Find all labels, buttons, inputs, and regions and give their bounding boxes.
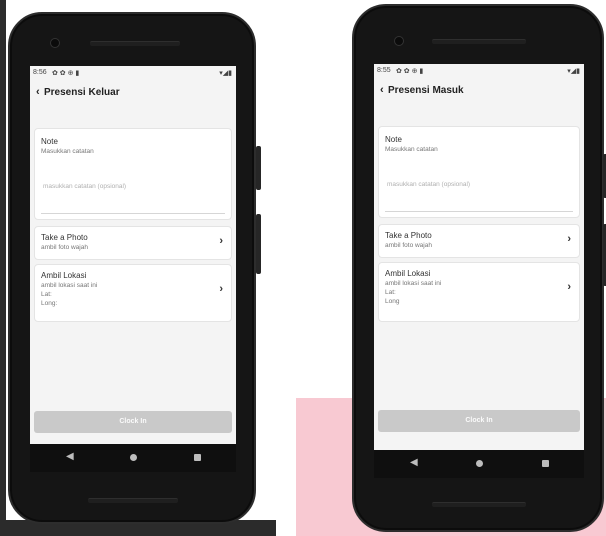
volume-button [256, 214, 261, 274]
note-input-underline [385, 211, 573, 212]
desktop-edge [0, 0, 6, 536]
app-bar: ‹ Presensi Keluar [30, 80, 236, 108]
front-camera [394, 36, 404, 46]
bottom-speaker [88, 498, 178, 503]
note-input[interactable]: masukkan catatan (opsional) [387, 181, 470, 188]
earpiece-speaker [432, 39, 526, 44]
location-card[interactable]: Ambil Lokasi ambil lokasi saat ini Lat: … [34, 264, 232, 322]
take-photo-card[interactable]: Take a Photo ambil foto wajah › [34, 226, 232, 260]
note-input[interactable]: masukkan catatan (opsional) [43, 183, 126, 190]
front-camera [50, 38, 60, 48]
nav-home-icon[interactable] [130, 454, 137, 461]
status-time: 8:55 [377, 67, 391, 74]
android-nav-bar: ◀ [30, 444, 236, 472]
note-card: Note Masukkan catatan masukkan catatan (… [34, 128, 232, 220]
chevron-right-icon: › [567, 233, 571, 245]
earpiece-speaker [90, 41, 180, 46]
status-time: 8:56 [33, 69, 47, 76]
location-subtitle: ambil lokasi saat ini [41, 282, 98, 289]
chevron-right-icon: › [567, 281, 571, 293]
take-photo-title: Take a Photo [41, 233, 88, 242]
back-chevron-icon[interactable]: ‹ [380, 84, 384, 96]
nav-back-icon[interactable]: ◀ [66, 451, 74, 462]
app-bar: ‹ Presensi Masuk [374, 78, 584, 106]
clock-in-button[interactable]: Clock In [378, 410, 580, 432]
chevron-right-icon: › [219, 283, 223, 295]
note-card: Note Masukkan catatan masukkan catatan (… [378, 126, 580, 218]
take-photo-subtitle: ambil foto wajah [385, 242, 432, 249]
location-subtitle: ambil lokasi saat ini [385, 280, 442, 287]
location-title: Ambil Lokasi [385, 269, 431, 278]
page-title: Presensi Keluar [44, 87, 120, 98]
phone-frame-left: 8:56 ✿ ✿ ⊕ ▮ ▾◢▮ ‹ Presensi Keluar Note … [8, 12, 261, 524]
signal-battery-icon: ▾◢▮ [567, 68, 580, 75]
take-photo-card[interactable]: Take a Photo ambil foto wajah › [378, 224, 580, 258]
nav-home-icon[interactable] [476, 460, 483, 467]
status-bar: 8:55 ✿ ✿ ⊕ ▮ ▾◢▮ [374, 64, 584, 78]
page-title: Presensi Masuk [388, 85, 464, 96]
screen-presensi-masuk: 8:55 ✿ ✿ ⊕ ▮ ▾◢▮ ‹ Presensi Masuk Note M… [374, 64, 584, 450]
location-lat: Lat: [385, 289, 396, 296]
clock-in-button[interactable]: Clock In [34, 411, 232, 433]
power-button [256, 146, 261, 190]
android-nav-bar: ◀ [374, 450, 584, 478]
location-long: Long [385, 298, 400, 305]
note-title: Note [41, 137, 58, 146]
note-subtitle: Masukkan catatan [41, 148, 94, 155]
bottom-speaker [432, 502, 526, 507]
back-chevron-icon[interactable]: ‹ [36, 86, 40, 98]
location-long: Long: [41, 300, 58, 307]
phone-frame-right: 8:55 ✿ ✿ ⊕ ▮ ▾◢▮ ‹ Presensi Masuk Note M… [352, 4, 606, 532]
status-bar: 8:56 ✿ ✿ ⊕ ▮ ▾◢▮ [30, 66, 236, 80]
status-notification-icons: ✿ ✿ ⊕ ▮ [396, 68, 424, 75]
nav-recents-icon[interactable] [542, 460, 549, 467]
note-subtitle: Masukkan catatan [385, 146, 438, 153]
nav-back-icon[interactable]: ◀ [410, 457, 418, 468]
screen-presensi-keluar: 8:56 ✿ ✿ ⊕ ▮ ▾◢▮ ‹ Presensi Keluar Note … [30, 66, 236, 444]
note-input-underline [41, 213, 225, 214]
location-title: Ambil Lokasi [41, 271, 87, 280]
signal-battery-icon: ▾◢▮ [219, 70, 232, 77]
note-title: Note [385, 135, 402, 144]
location-lat: Lat: [41, 291, 52, 298]
take-photo-subtitle: ambil foto wajah [41, 244, 88, 251]
nav-recents-icon[interactable] [194, 454, 201, 461]
take-photo-title: Take a Photo [385, 231, 432, 240]
status-notification-icons: ✿ ✿ ⊕ ▮ [52, 70, 80, 77]
chevron-right-icon: › [219, 235, 223, 247]
location-card[interactable]: Ambil Lokasi ambil lokasi saat ini Lat: … [378, 262, 580, 322]
